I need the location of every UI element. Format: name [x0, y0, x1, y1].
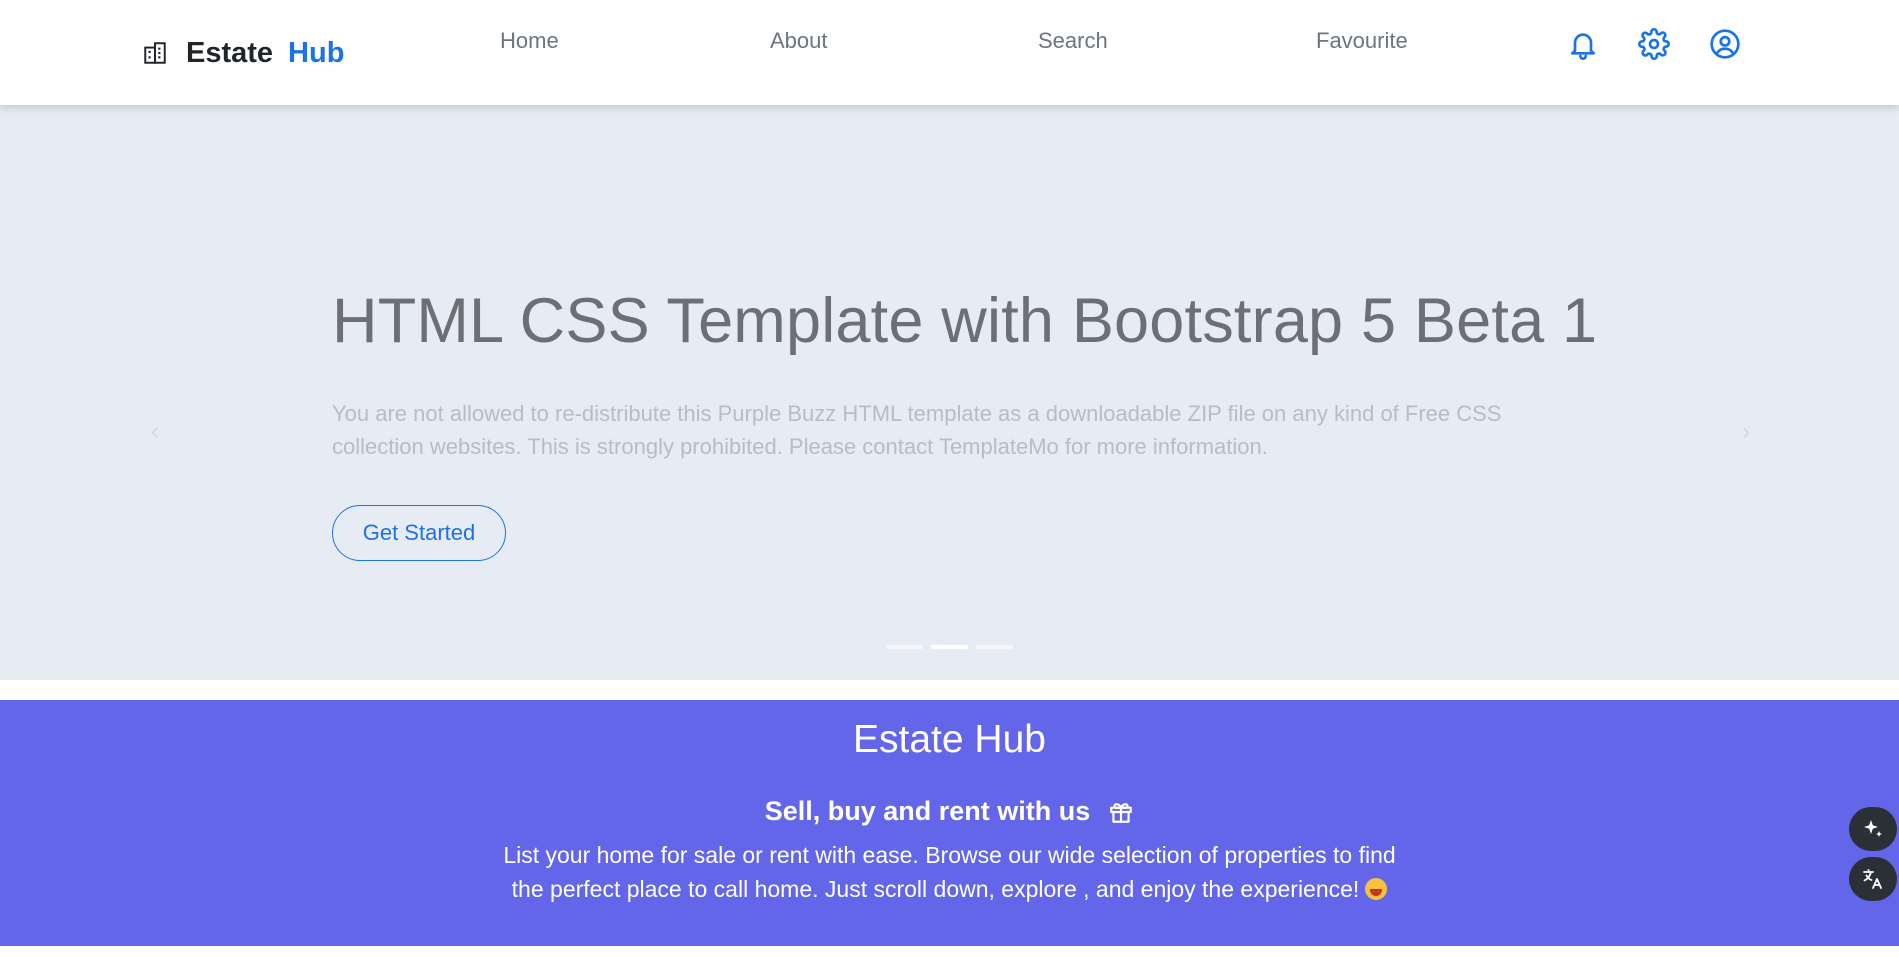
banner-description: List your home for sale or rent with eas… [489, 838, 1410, 906]
carousel-indicator[interactable] [886, 645, 923, 649]
user-circle-icon[interactable] [1709, 28, 1741, 60]
top-navbar: Estate Hub Home About Search Favourite [0, 0, 1899, 105]
nav-link-search[interactable]: Search [1038, 28, 1108, 54]
get-started-button[interactable]: Get Started [332, 505, 506, 561]
grinning-emoji-icon [1365, 878, 1388, 900]
translate-button[interactable] [1849, 857, 1897, 901]
gear-icon[interactable] [1638, 28, 1670, 60]
sparkle-button[interactable] [1849, 807, 1897, 851]
translate-icon [1863, 869, 1882, 889]
banner-text: List your home for sale or rent with eas… [503, 842, 1396, 902]
carousel-indicator-active[interactable] [931, 645, 968, 649]
gift-icon [1110, 802, 1133, 823]
carousel-prev-icon[interactable]: ‹ [143, 412, 167, 452]
intro-banner: Estate Hub Sell, buy and rent with us Li… [0, 700, 1899, 946]
nav-link-favourite[interactable]: Favourite [1316, 28, 1408, 54]
brand-name-estate: Estate [186, 36, 274, 69]
nav-link-about[interactable]: About [770, 28, 828, 54]
building-icon [144, 42, 166, 64]
bell-icon[interactable] [1567, 28, 1599, 60]
sparkle-icon [1864, 820, 1882, 837]
nav-link-home[interactable]: Home [500, 28, 559, 54]
carousel-indicators [886, 645, 1013, 649]
hero-description: You are not allowed to re-distribute thi… [332, 401, 1502, 459]
carousel-indicator[interactable] [976, 645, 1013, 649]
brand-logo[interactable]: Estate Hub [142, 34, 344, 72]
carousel-next-icon[interactable]: › [1734, 412, 1758, 452]
banner-subtitle: Sell, buy and rent with us [764, 796, 1091, 826]
brand-name-hub: Hub [288, 36, 345, 69]
banner-title: Estate Hub [853, 718, 1046, 761]
hero-title: HTML CSS Template with Bootstrap 5 Beta … [332, 286, 1598, 356]
banner-subtitle-row: Sell, buy and rent with us [0, 796, 1899, 827]
hero-carousel: ‹ HTML CSS Template with Bootstrap 5 Bet… [0, 105, 1899, 680]
